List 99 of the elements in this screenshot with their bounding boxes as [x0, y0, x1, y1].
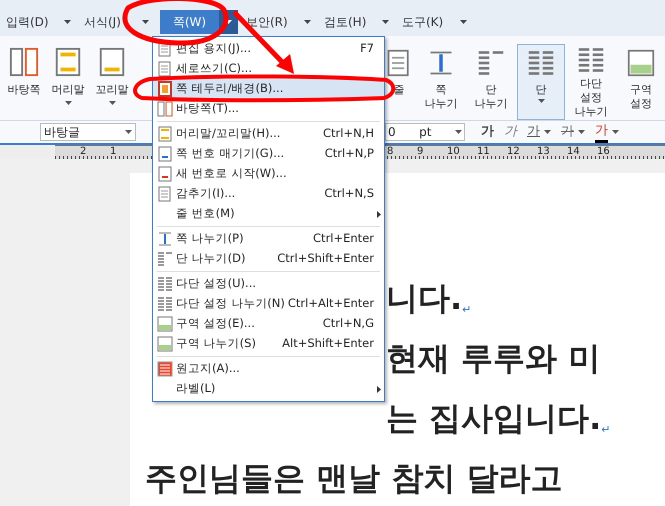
menu-tab[interactable]: 입력(D) — [4, 10, 82, 34]
master-page-icon — [157, 101, 173, 117]
ruler-number: 16 — [597, 146, 611, 159]
caret-icon — [304, 20, 311, 24]
menu-item[interactable]: 바탕쪽(T)... — [153, 99, 384, 119]
columns-icon — [577, 46, 605, 74]
ruler-number: 13 — [537, 146, 551, 159]
shortcut-text: Ctrl+N,S — [324, 185, 374, 202]
ribbon-button[interactable]: 쪽 나누기 — [417, 44, 465, 120]
header-footer-icon — [97, 47, 127, 77]
ruler-number: 14 — [567, 146, 581, 159]
ribbon-button[interactable]: 단 — [517, 44, 565, 120]
page-icon — [157, 61, 173, 77]
shortcut-text: Alt+Shift+Enter — [282, 335, 374, 352]
ruler-number: 10 — [447, 146, 461, 159]
menu-item[interactable]: 감추기(I)... Ctrl+N,S — [153, 184, 384, 204]
menu-tab[interactable]: 보안(R) — [244, 10, 322, 34]
page-border-icon — [157, 81, 173, 97]
ruler-number: 9 — [417, 146, 424, 159]
menu-item[interactable]: 쪽 테두리/배경(B)... — [153, 79, 384, 99]
font-style-button[interactable]: 가 — [481, 122, 494, 142]
menu-tab[interactable]: 검토(H) — [322, 10, 400, 34]
caret-icon — [460, 20, 467, 24]
shortcut-text: Ctrl+Shift+Enter — [277, 250, 374, 268]
columns-icon — [157, 276, 173, 292]
caret-icon — [544, 130, 551, 134]
paragraph-mark: ↵ — [601, 423, 611, 437]
document-text: 주인님들은 맨날 참치 달라고 — [145, 459, 562, 497]
document-text: 는 집사입니다. — [386, 399, 602, 437]
submenu-arrow-icon — [377, 210, 381, 218]
menu-item[interactable]: 쪽 번호 매기기(G)... Ctrl+N,P — [153, 144, 384, 164]
menu-item[interactable]: 새 번호로 시작(W)... — [153, 164, 384, 184]
header-footer-icon — [157, 126, 173, 142]
ruler-number: 8 — [387, 146, 394, 159]
menu-item[interactable]: 라벨(L) — [153, 379, 384, 399]
manuscript-grid-icon — [157, 361, 173, 377]
caret-icon — [538, 99, 544, 103]
menu-item[interactable]: 구역 설정(E)... Ctrl+N,G — [153, 314, 384, 334]
page-icon — [157, 186, 173, 202]
shortcut-text: Ctrl+Alt+Enter — [288, 295, 374, 312]
ribbon-button[interactable]: 다단 설정 나누기 — [567, 44, 615, 120]
menu-item[interactable]: 줄 번호(M) — [153, 204, 384, 224]
columns-icon — [477, 49, 505, 77]
caret-icon — [125, 130, 132, 134]
font-size-field[interactable]: 0 pt — [385, 123, 465, 141]
page-number-icon — [157, 146, 173, 162]
master-page-icon — [9, 47, 39, 77]
ruler-number: 2 — [80, 146, 88, 159]
menu-item[interactable]: 머리말/꼬리말(H)... Ctrl+N,H — [153, 124, 384, 144]
menu-item[interactable]: 세로쓰기(C)... — [153, 59, 384, 79]
columns-icon — [527, 49, 555, 77]
document-text: 니다. — [386, 279, 462, 317]
shortcut-text: Ctrl+Enter — [313, 230, 374, 248]
ribbon-button[interactable]: 단 나누기 — [467, 44, 515, 120]
page-break-icon — [157, 231, 173, 247]
caret-icon — [108, 100, 116, 104]
shortcut-text: Ctrl+N,G — [322, 315, 374, 332]
menu-item[interactable]: 다단 설정 나누기(N) Ctrl+Alt+Enter — [153, 294, 384, 314]
caret-icon — [64, 100, 72, 104]
section-icon — [157, 316, 173, 332]
menu-item[interactable]: 단 나누기(D) Ctrl+Shift+Enter — [153, 249, 384, 269]
caret-icon — [578, 130, 585, 134]
section-icon — [157, 336, 173, 352]
menu-tab[interactable]: 서식(J) — [82, 10, 160, 34]
page-number-icon — [157, 166, 173, 182]
ribbon-button[interactable]: 줄 — [383, 44, 415, 120]
ribbon-button[interactable]: 꼬리말 — [92, 44, 132, 120]
shortcut-text: Ctrl+N,P — [324, 145, 374, 162]
submenu-arrow-icon — [377, 386, 381, 392]
columns-icon — [157, 296, 173, 312]
ruler-number: 12 — [507, 146, 521, 159]
menu-item[interactable]: 다단 설정(U)... — [153, 274, 384, 294]
section-icon — [627, 49, 655, 77]
menu-item[interactable]: 쪽 나누기(P) Ctrl+Enter — [153, 229, 384, 249]
caret-icon — [455, 130, 462, 134]
paragraph-mark: ↵ — [462, 303, 472, 317]
ribbon-button[interactable]: 구역 설정 — [617, 44, 665, 120]
menu-item[interactable]: 원고지(A)... — [153, 359, 384, 379]
ribbon-button[interactable]: 바탕쪽 — [4, 44, 44, 120]
font-style-button[interactable]: 가 — [561, 122, 585, 142]
header-footer-icon — [53, 47, 83, 77]
menu-tab[interactable]: 도구(K) — [400, 10, 478, 34]
style-dropdown[interactable]: 바탕글 — [40, 123, 136, 141]
caret-icon — [612, 130, 619, 134]
document-text: 현재 루루와 미 — [386, 339, 600, 377]
font-style-button[interactable]: 가 — [527, 122, 551, 142]
shortcut-text: F7 — [360, 40, 374, 58]
caret-icon — [382, 20, 389, 24]
menu-item[interactable]: 구역 나누기(S) Alt+Shift+Enter — [153, 334, 384, 354]
caret-icon — [225, 20, 232, 24]
ruler-number: 1 — [110, 146, 118, 159]
caret-icon — [142, 20, 149, 24]
menu-tab[interactable]: 쪽(W) — [160, 10, 238, 34]
font-style-button[interactable]: 가 — [504, 122, 517, 142]
columns-icon — [157, 251, 173, 267]
caret-icon — [64, 20, 71, 24]
shortcut-text: Ctrl+N,H — [322, 125, 374, 142]
ruler-number: 11 — [477, 146, 491, 159]
ribbon-button[interactable]: 머리말 — [48, 44, 88, 120]
